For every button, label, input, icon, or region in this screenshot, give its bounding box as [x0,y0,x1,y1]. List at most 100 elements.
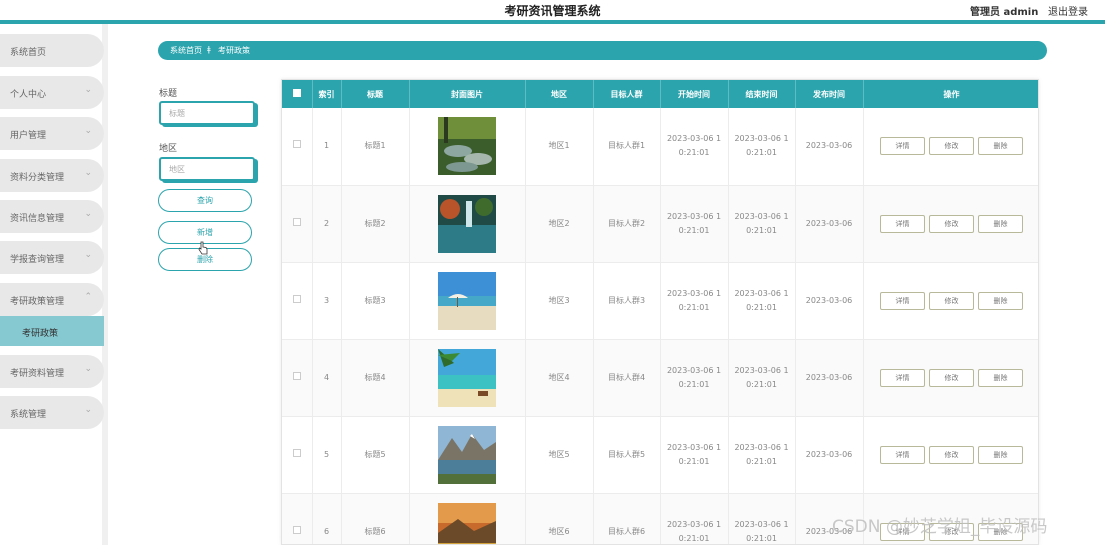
cell-publish-time: 2023-03-06 [795,416,864,494]
cell-end-time: 2023-03-06 1 0:21:01 [728,185,796,263]
sidebar-item-users[interactable]: 用户管理 ⌄ [0,117,104,150]
sidebar-item-label: 考研资料管理 [10,369,65,379]
breadcrumb-home[interactable]: 系统首页 [170,45,202,56]
row-checkbox[interactable] [282,416,313,494]
edit-button[interactable]: 修改 [929,137,974,156]
cover-image-tropical-beach[interactable] [438,348,496,407]
sidebar-item-label: 考研政策管理 [10,297,65,307]
cell-index: 6 [312,493,342,544]
detail-button[interactable]: 详情 [880,368,925,387]
sidebar: 系统首页 个人中心 ⌄ 用户管理 ⌄ 资料分类管理 ⌄ 资讯信息管理 ⌄ 学报查… [0,24,108,545]
cover-image-sunset-meadow[interactable] [438,502,496,545]
query-button[interactable]: 查询 [158,189,252,212]
cell-cover [409,185,526,263]
sidebar-item-category[interactable]: 资料分类管理 ⌄ [0,159,104,192]
cell-actions: 详情 修改 删除 [863,185,1038,263]
row-checkbox[interactable] [282,493,313,544]
logout-link[interactable]: 退出登录 [1048,3,1088,18]
sidebar-item-journal[interactable]: 学报查询管理 ⌄ [0,241,104,274]
title-search-input[interactable]: 标题 [159,101,255,125]
sidebar-item-news[interactable]: 资讯信息管理 ⌄ [0,200,104,233]
cover-image-beach-umbrella[interactable] [438,271,496,330]
detail-button[interactable]: 详情 [880,214,925,233]
edit-button[interactable]: 修改 [929,445,974,464]
cell-region: 地区1 [525,108,594,186]
cell-index: 5 [312,416,342,494]
detail-button[interactable]: 详情 [880,445,925,464]
cell-actions: 详情 修改 删除 [863,339,1038,417]
policy-table: 索引 标题 封面图片 地区 目标人群 开始时间 结束时间 发布时间 操作 1 标题… [281,79,1039,545]
column-header: 目标人群 [593,80,661,108]
delete-button[interactable]: 删除 [978,368,1023,387]
cover-image-forest-stream[interactable] [438,117,496,176]
cell-target: 目标人群2 [593,185,661,263]
row-checkbox[interactable] [282,185,313,263]
breadcrumb: 系统首页 ǂ 考研政策 [158,41,1047,60]
cover-image-waterfall-lake[interactable] [438,194,496,253]
cell-publish-time: 2023-03-06 [795,339,864,417]
cell-title: 标题6 [341,493,410,544]
region-search-input[interactable]: 地区 [159,157,255,181]
table-header-row: 索引 标题 封面图片 地区 目标人群 开始时间 结束时间 发布时间 操作 [282,80,1038,108]
cover-image-mountain-lake[interactable] [438,425,496,484]
cell-end-time: 2023-03-06 1 0:21:01 [728,262,796,340]
top-bar: 考研资讯管理系统 管理员 admin 退出登录 [0,0,1105,20]
cell-start-time: 2023-03-06 1 0:21:01 [660,108,729,186]
cell-target: 目标人群6 [593,493,661,544]
sidebar-subitem-policy[interactable]: 考研政策 [0,316,104,346]
detail-button[interactable]: 详情 [880,137,925,156]
cell-cover [409,339,526,417]
hand-cursor-icon [198,241,208,255]
cell-region: 地区3 [525,262,594,340]
cell-publish-time: 2023-03-06 [795,185,864,263]
cell-title: 标题4 [341,339,410,417]
cell-index: 3 [312,262,342,340]
row-checkbox[interactable] [282,262,313,340]
cell-end-time: 2023-03-06 1 0:21:01 [728,493,796,544]
edit-button[interactable]: 修改 [929,291,974,310]
delete-button[interactable]: 删除 [978,291,1023,310]
cell-actions: 详情 修改 删除 [863,416,1038,494]
cell-target: 目标人群4 [593,339,661,417]
delete-button[interactable]: 删除 [978,137,1023,156]
cell-end-time: 2023-03-06 1 0:21:01 [728,339,796,417]
cell-start-time: 2023-03-06 1 0:21:01 [660,185,729,263]
chevron-up-icon: ⌃ [84,292,92,302]
cell-region: 地区5 [525,416,594,494]
cell-title: 标题2 [341,185,410,263]
delete-button[interactable]: 删除 [978,445,1023,464]
chevron-down-icon: ⌄ [84,250,92,260]
sidebar-item-label: 系统管理 [10,410,47,420]
cell-region: 地区6 [525,493,594,544]
sidebar-item-profile[interactable]: 个人中心 ⌄ [0,76,104,109]
cell-publish-time: 2023-03-06 [795,262,864,340]
sidebar-item-label: 个人中心 [10,90,47,100]
sidebar-item-home[interactable]: 系统首页 [0,34,104,67]
cell-actions: 详情 修改 删除 [863,262,1038,340]
select-all-checkbox[interactable] [282,80,313,108]
cell-end-time: 2023-03-06 1 0:21:01 [728,108,796,186]
delete-button[interactable]: 删除 [978,214,1023,233]
cell-title: 标题3 [341,262,410,340]
breadcrumb-current: 考研政策 [218,46,250,55]
column-header: 开始时间 [660,80,729,108]
table-row: 3 标题3 地区3 目标人群3 2023-03-06 1 0:21:01 2023-03-… [282,262,1038,340]
cell-publish-time: 2023-03-06 [795,108,864,186]
cell-start-time: 2023-03-06 1 0:21:01 [660,262,729,340]
sidebar-item-label: 资讯信息管理 [10,214,65,224]
sidebar-item-label: 资料分类管理 [10,173,65,183]
column-header: 发布时间 [795,80,864,108]
edit-button[interactable]: 修改 [929,368,974,387]
row-checkbox[interactable] [282,108,313,186]
sidebar-item-policy[interactable]: 考研政策管理 ⌃ [0,283,104,316]
sidebar-item-materials[interactable]: 考研资料管理 ⌄ [0,355,104,388]
column-header: 操作 [863,80,1038,108]
cell-cover [409,416,526,494]
cell-actions: 详情 修改 删除 [863,108,1038,186]
row-checkbox[interactable] [282,339,313,417]
detail-button[interactable]: 详情 [880,291,925,310]
region-field-label: 地区 [159,144,178,154]
sidebar-item-system[interactable]: 系统管理 ⌄ [0,396,104,429]
edit-button[interactable]: 修改 [929,214,974,233]
chevron-down-icon: ⌄ [84,209,92,219]
